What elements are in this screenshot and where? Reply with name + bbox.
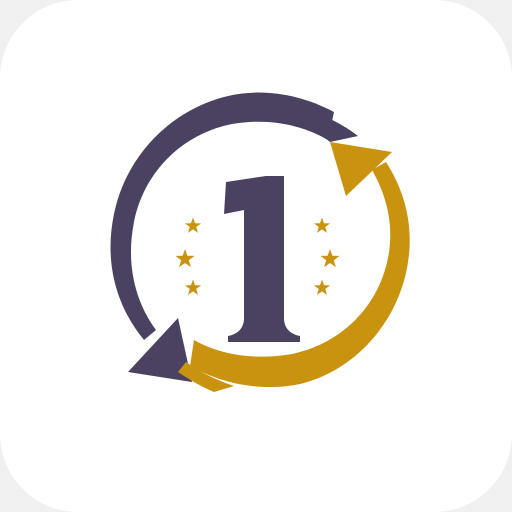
logo-graphic xyxy=(110,92,410,392)
star-icon xyxy=(184,217,202,233)
star-icon xyxy=(313,217,331,233)
right-stars xyxy=(313,217,340,295)
gold-arrow-arc xyxy=(190,162,410,388)
left-stars xyxy=(175,217,202,295)
star-icon xyxy=(184,279,202,295)
number-one-icon xyxy=(224,176,300,342)
star-icon xyxy=(320,249,340,268)
app-icon xyxy=(0,0,512,512)
star-icon xyxy=(175,249,195,268)
star-icon xyxy=(313,279,331,295)
purple-arrow-arc xyxy=(110,92,334,341)
